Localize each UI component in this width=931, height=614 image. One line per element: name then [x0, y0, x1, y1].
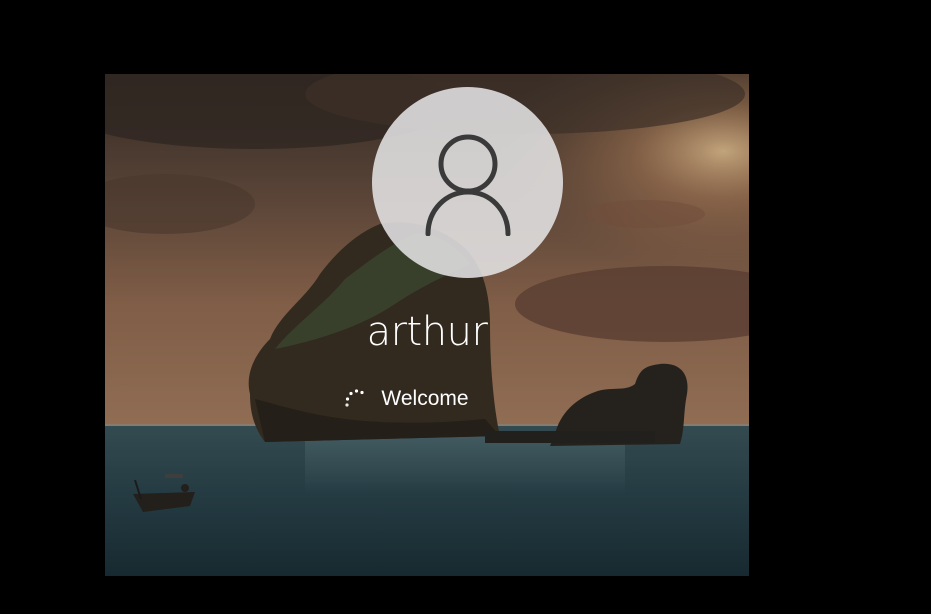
loading-spinner-icon [345, 389, 365, 407]
lock-screen: arthur Welcome [105, 74, 749, 576]
welcome-text: Welcome [381, 387, 469, 410]
screen: arthur Welcome [0, 0, 931, 614]
user-avatar [372, 87, 563, 278]
user-silhouette-icon [425, 134, 510, 236]
sign-in-status: Welcome [105, 386, 749, 412]
username-label: arthur [366, 309, 488, 355]
